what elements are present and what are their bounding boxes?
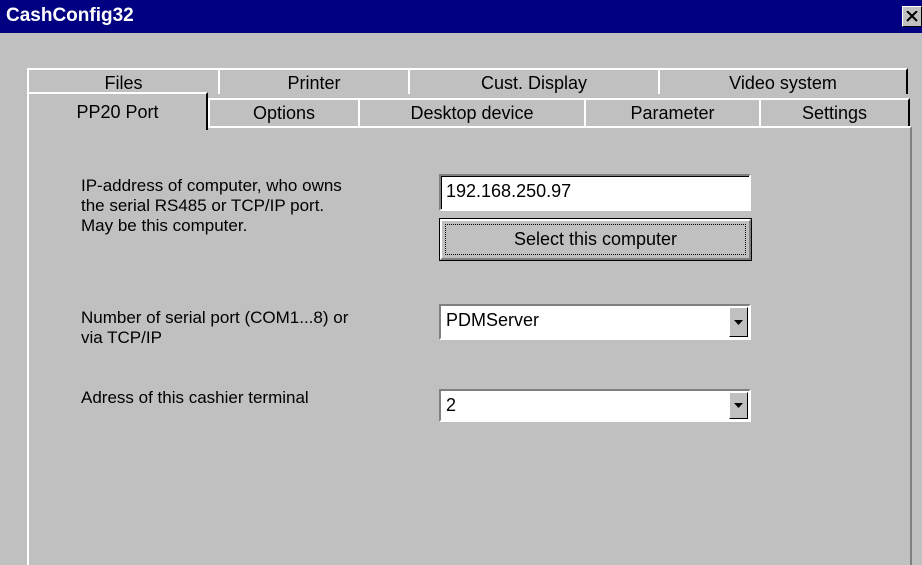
tab-label: Settings xyxy=(801,103,868,123)
chevron-down-icon xyxy=(734,403,743,408)
title-bar[interactable]: CashConfig32 xyxy=(0,0,922,33)
tab-pp20-port[interactable]: PP20 Port xyxy=(27,92,208,130)
tab-panel-pp20-port: IP-address of computer, who owns the ser… xyxy=(27,126,912,565)
tab-label: Files xyxy=(104,73,143,93)
tab-settings[interactable]: Settings xyxy=(759,98,910,128)
serial-port-select[interactable]: PDMServer xyxy=(439,304,751,340)
tab-parameter[interactable]: Parameter xyxy=(584,98,761,128)
tab-label: Printer xyxy=(287,73,341,93)
serial-port-label: Number of serial port (COM1...8) or via … xyxy=(81,308,349,347)
tab-label: Options xyxy=(252,103,316,123)
ip-address-input[interactable]: 192.168.250.97 xyxy=(439,174,751,211)
tab-options[interactable]: Options xyxy=(208,98,360,128)
tab-cust-display[interactable]: Cust. Display xyxy=(408,68,660,94)
cashier-address-label: Adress of this cashier terminal xyxy=(81,388,309,407)
window-title: CashConfig32 xyxy=(6,5,134,26)
button-label: Select this computer xyxy=(445,224,746,255)
tab-label: PP20 Port xyxy=(76,102,159,122)
tab-desktop-device[interactable]: Desktop device xyxy=(358,98,586,128)
close-icon xyxy=(906,11,918,22)
ip-address-label: IP-address of computer, who owns the ser… xyxy=(81,176,342,235)
tab-label: Video system xyxy=(729,73,837,93)
serial-port-dropdown-button[interactable] xyxy=(729,307,748,337)
tab-label: Cust. Display xyxy=(480,73,588,93)
cashier-address-dropdown-button[interactable] xyxy=(729,392,748,419)
tab-files[interactable]: Files xyxy=(27,68,220,94)
cashier-address-select[interactable]: 2 xyxy=(439,389,751,422)
serial-port-value: PDMServer xyxy=(446,310,540,330)
cashconfig-window: CashConfig32 Files Printer Cust. Display… xyxy=(0,0,922,565)
tab-printer[interactable]: Printer xyxy=(218,68,410,94)
select-this-computer-button[interactable]: Select this computer xyxy=(439,218,752,261)
chevron-down-icon xyxy=(734,319,743,325)
tab-label: Parameter xyxy=(630,103,715,123)
ip-address-value: 192.168.250.97 xyxy=(446,181,572,201)
cashier-address-value: 2 xyxy=(446,395,457,415)
tab-label: Desktop device xyxy=(410,103,534,123)
tab-video-system[interactable]: Video system xyxy=(658,68,908,94)
close-button[interactable] xyxy=(902,6,922,27)
